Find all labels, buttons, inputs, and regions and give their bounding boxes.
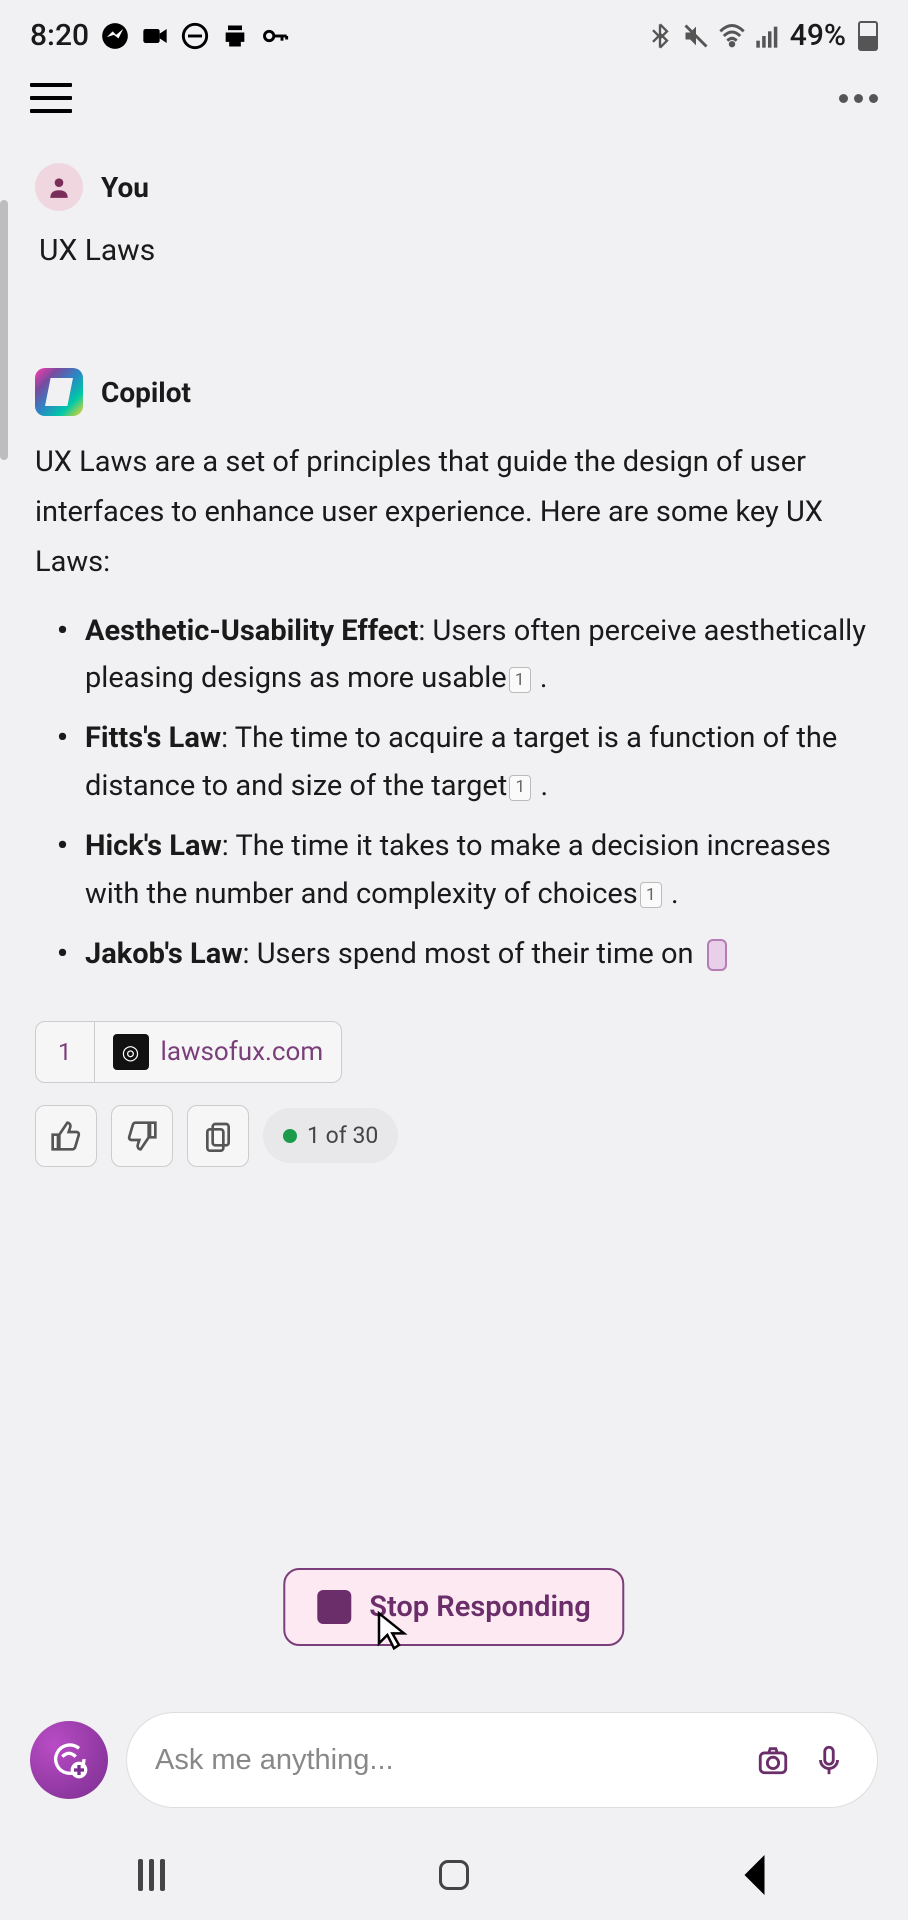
print-icon [221, 22, 249, 50]
chat-pane: You UX Laws Copilot UX Laws are a set of… [0, 133, 908, 1197]
thumbs-down-button[interactable] [111, 1105, 173, 1167]
stop-icon [317, 1590, 351, 1624]
counter-text: 1 of 30 [307, 1122, 378, 1149]
battery-icon [858, 21, 878, 51]
law-trail: . [533, 661, 548, 695]
source-url: lawsofux.com [161, 1037, 324, 1067]
source-body: ◎ lawsofux.com [95, 1024, 342, 1080]
law-desc: : Users spend most of their time on [243, 937, 701, 971]
response-counter: 1 of 30 [263, 1108, 398, 1163]
source-chip[interactable]: 1 ◎ lawsofux.com [35, 1021, 342, 1083]
messenger-icon [101, 22, 129, 50]
message-input[interactable] [155, 1744, 737, 1777]
source-favicon-icon: ◎ [113, 1034, 149, 1070]
user-message-header: You [35, 163, 873, 211]
feedback-row: 1 of 30 [35, 1105, 873, 1167]
assistant-intro-text: UX Laws are a set of principles that gui… [35, 438, 873, 588]
list-item: Jakob's Law: Users spend most of their t… [35, 931, 873, 979]
input-row [30, 1712, 878, 1808]
nav-recents-button[interactable] [121, 1855, 181, 1895]
input-pill[interactable] [126, 1712, 878, 1808]
status-left: 8:20 [30, 18, 289, 53]
menu-button[interactable] [30, 83, 72, 113]
list-item: Aesthetic-Usability Effect: Users often … [35, 608, 873, 704]
law-trail: . [664, 877, 679, 911]
assistant-message-header: Copilot [35, 368, 873, 416]
video-icon [141, 22, 169, 50]
status-dot-icon [283, 1129, 297, 1143]
law-title: Aesthetic-Usability Effect [85, 614, 418, 648]
law-list: Aesthetic-Usability Effect: Users often … [35, 608, 873, 979]
law-title: Hick's Law [85, 829, 222, 863]
more-options-button[interactable] [839, 94, 878, 103]
law-title: Jakob's Law [85, 937, 243, 971]
list-item: Hick's Law: The time it takes to make a … [35, 823, 873, 919]
app-bar [0, 63, 908, 133]
citation-badge[interactable]: 1 [509, 667, 531, 693]
user-message-text: UX Laws [39, 233, 873, 268]
law-trail: . [533, 769, 548, 803]
status-right: 49% [646, 18, 878, 53]
nav-home-button[interactable] [424, 1855, 484, 1895]
stop-responding-button[interactable]: Stop Responding [283, 1568, 624, 1646]
typing-cursor-icon [707, 939, 727, 971]
camera-button[interactable] [753, 1740, 793, 1780]
copilot-logo-icon [35, 368, 83, 416]
citation-badge[interactable]: 1 [509, 775, 531, 801]
signal-icon [754, 22, 782, 50]
bluetooth-icon [646, 22, 674, 50]
copy-button[interactable] [187, 1105, 249, 1167]
wifi-icon [718, 22, 746, 50]
assistant-sender-label: Copilot [101, 376, 191, 409]
nav-back-button[interactable] [727, 1855, 787, 1895]
dnd-icon [181, 22, 209, 50]
citation-badge[interactable]: 1 [640, 882, 662, 908]
user-avatar-icon [35, 163, 83, 211]
list-item: Fitts's Law: The time to acquire a targe… [35, 715, 873, 811]
mute-icon [682, 22, 710, 50]
source-number: 1 [36, 1022, 95, 1082]
mouse-cursor-icon [374, 1610, 414, 1654]
battery-pct: 49% [790, 18, 846, 53]
thumbs-up-button[interactable] [35, 1105, 97, 1167]
status-bar: 8:20 49% [0, 0, 908, 63]
scroll-indicator[interactable] [0, 200, 8, 460]
system-nav-bar [0, 1830, 908, 1920]
user-sender-label: You [101, 171, 149, 204]
mic-button[interactable] [809, 1740, 849, 1780]
new-topic-button[interactable] [30, 1721, 108, 1799]
status-time: 8:20 [30, 18, 89, 53]
vpn-key-icon [261, 22, 289, 50]
law-title: Fitts's Law [85, 721, 221, 755]
